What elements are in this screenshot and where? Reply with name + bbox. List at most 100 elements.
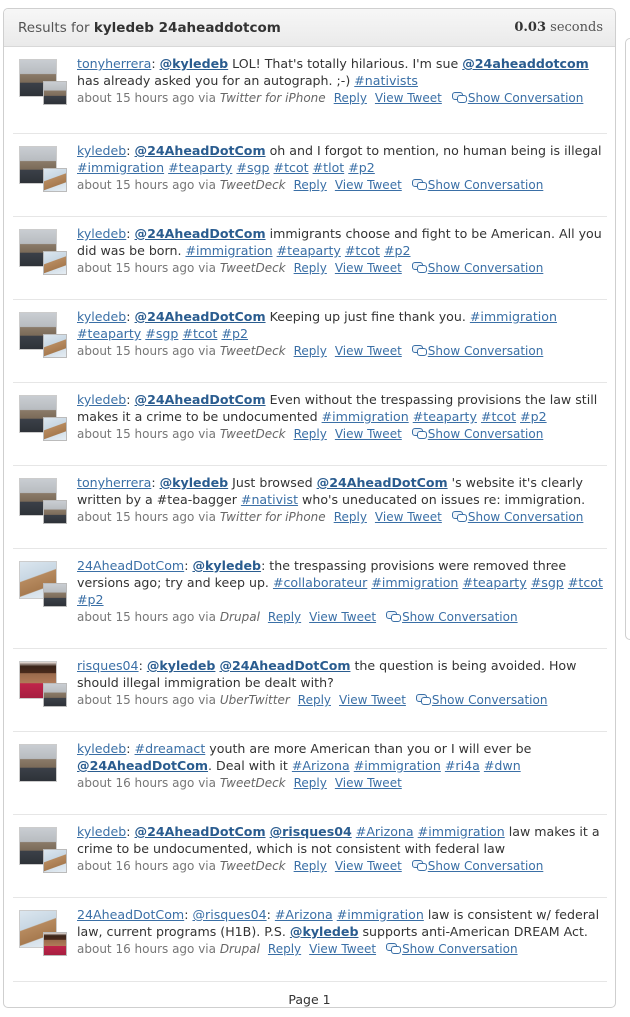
mention-link[interactable]: @kyledeb bbox=[290, 924, 359, 939]
hashtag-link[interactable]: #sgp bbox=[145, 326, 178, 341]
reply-avatar[interactable] bbox=[43, 849, 67, 873]
reply-avatar[interactable] bbox=[43, 417, 67, 441]
reply-link[interactable]: Reply bbox=[294, 261, 327, 275]
hashtag-link[interactable]: #p2 bbox=[520, 409, 547, 424]
view-tweet-link[interactable]: View Tweet bbox=[335, 178, 402, 192]
hashtag-link[interactable]: #immigration bbox=[371, 575, 458, 590]
show-conversation-link[interactable]: Show Conversation bbox=[428, 344, 544, 358]
reply-avatar[interactable] bbox=[43, 500, 67, 524]
conversation-icon[interactable] bbox=[411, 428, 427, 439]
mention-link[interactable]: @24AheadDotCom bbox=[219, 658, 350, 673]
reply-link[interactable]: Reply bbox=[294, 427, 327, 441]
username-link[interactable]: kyledeb bbox=[77, 309, 126, 324]
reply-avatar[interactable] bbox=[43, 583, 67, 607]
username-link[interactable]: @risques04 bbox=[192, 907, 266, 922]
hashtag-link[interactable]: #teaparty bbox=[77, 326, 141, 341]
mention-link[interactable]: @24AheadDotCom bbox=[135, 143, 266, 158]
view-tweet-link[interactable]: View Tweet bbox=[339, 693, 406, 707]
username-link[interactable]: kyledeb bbox=[77, 392, 126, 407]
hashtag-link[interactable]: #immigration bbox=[77, 160, 164, 175]
show-conversation-link[interactable]: Show Conversation bbox=[402, 610, 518, 624]
view-tweet-link[interactable]: View Tweet bbox=[335, 859, 402, 873]
username-link[interactable]: kyledeb bbox=[77, 741, 126, 756]
hashtag-link[interactable]: #immigration bbox=[337, 907, 424, 922]
hashtag-link[interactable]: #immigration bbox=[354, 758, 441, 773]
show-conversation-link[interactable]: Show Conversation bbox=[468, 510, 584, 524]
reply-avatar[interactable] bbox=[43, 251, 67, 275]
show-conversation-link[interactable]: Show Conversation bbox=[428, 427, 544, 441]
hashtag-link[interactable]: #immigration bbox=[470, 309, 557, 324]
show-conversation-link[interactable]: Show Conversation bbox=[428, 261, 544, 275]
hashtag-link[interactable]: #Arizona bbox=[275, 907, 333, 922]
hashtag-link[interactable]: #teaparty bbox=[413, 409, 477, 424]
hashtag-link[interactable]: #tcot bbox=[274, 160, 309, 175]
reply-avatar[interactable] bbox=[43, 932, 67, 956]
show-conversation-link[interactable]: Show Conversation bbox=[468, 91, 584, 105]
reply-avatar[interactable] bbox=[43, 168, 67, 192]
username-link[interactable]: risques04 bbox=[77, 658, 139, 673]
hashtag-link[interactable]: #Arizona bbox=[356, 824, 414, 839]
hashtag-link[interactable]: #immigration bbox=[322, 409, 409, 424]
hashtag-link[interactable]: #Arizona bbox=[292, 758, 350, 773]
username-link[interactable]: tonyherrera bbox=[77, 475, 151, 490]
username-link[interactable]: kyledeb bbox=[77, 824, 126, 839]
mention-link[interactable]: @24AheadDotCom bbox=[77, 758, 208, 773]
hashtag-link[interactable]: #nativists bbox=[354, 73, 418, 88]
mention-link[interactable]: @24aheaddotcom bbox=[462, 56, 589, 71]
show-conversation-link[interactable]: Show Conversation bbox=[432, 693, 548, 707]
reply-link[interactable]: Reply bbox=[294, 776, 327, 790]
conversation-icon[interactable] bbox=[411, 860, 427, 871]
mention-link[interactable]: @kyledeb bbox=[147, 658, 216, 673]
avatar[interactable] bbox=[19, 744, 57, 782]
conversation-icon[interactable] bbox=[386, 611, 402, 622]
view-tweet-link[interactable]: View Tweet bbox=[309, 610, 376, 624]
reply-link[interactable]: Reply bbox=[294, 178, 327, 192]
hashtag-link[interactable]: #collaborateur bbox=[273, 575, 367, 590]
view-tweet-link[interactable]: View Tweet bbox=[335, 344, 402, 358]
show-conversation-link[interactable]: Show Conversation bbox=[428, 859, 544, 873]
hashtag-link[interactable]: #ri4a bbox=[445, 758, 480, 773]
mention-link[interactable]: @kyledeb bbox=[160, 56, 229, 71]
reply-link[interactable]: Reply bbox=[268, 942, 301, 956]
conversation-icon[interactable] bbox=[451, 92, 467, 103]
conversation-icon[interactable] bbox=[415, 694, 431, 705]
reply-link[interactable]: Reply bbox=[294, 859, 327, 873]
mention-link[interactable]: @24AheadDotCom bbox=[135, 226, 266, 241]
hashtag-link[interactable]: #dreamact bbox=[135, 741, 206, 756]
mention-link[interactable]: @24AheadDotCom bbox=[135, 824, 266, 839]
hashtag-link[interactable]: #p2 bbox=[221, 326, 248, 341]
mention-link[interactable]: @24AheadDotCom bbox=[135, 309, 266, 324]
view-tweet-link[interactable]: View Tweet bbox=[309, 942, 376, 956]
mention-link[interactable]: @risques04 bbox=[270, 824, 352, 839]
hashtag-link[interactable]: #tcot bbox=[481, 409, 516, 424]
conversation-icon[interactable] bbox=[411, 179, 427, 190]
hashtag-link[interactable]: #p2 bbox=[348, 160, 375, 175]
hashtag-link[interactable]: #tcot bbox=[182, 326, 217, 341]
hashtag-link[interactable]: #sgp bbox=[236, 160, 269, 175]
reply-link[interactable]: Reply bbox=[334, 91, 367, 105]
reply-link[interactable]: Reply bbox=[298, 693, 331, 707]
mention-link[interactable]: @kyledeb bbox=[160, 475, 229, 490]
conversation-icon[interactable] bbox=[451, 511, 467, 522]
reply-link[interactable]: Reply bbox=[294, 344, 327, 358]
mention-link[interactable]: @kyledeb bbox=[192, 558, 261, 573]
conversation-icon[interactable] bbox=[386, 943, 402, 954]
hashtag-link[interactable]: #p2 bbox=[77, 592, 104, 607]
reply-link[interactable]: Reply bbox=[268, 610, 301, 624]
view-tweet-link[interactable]: View Tweet bbox=[335, 427, 402, 441]
username-link[interactable]: tonyherrera bbox=[77, 56, 151, 71]
reply-avatar[interactable] bbox=[43, 334, 67, 358]
hashtag-link[interactable]: #nativist bbox=[241, 492, 298, 507]
view-tweet-link[interactable]: View Tweet bbox=[335, 261, 402, 275]
hashtag-link[interactable]: #tcot bbox=[568, 575, 603, 590]
conversation-icon[interactable] bbox=[411, 262, 427, 273]
username-link[interactable]: 24AheadDotCom bbox=[77, 558, 184, 573]
hashtag-link[interactable]: #teaparty bbox=[462, 575, 526, 590]
view-tweet-link[interactable]: View Tweet bbox=[375, 510, 442, 524]
view-tweet-link[interactable]: View Tweet bbox=[375, 91, 442, 105]
username-link[interactable]: kyledeb bbox=[77, 226, 126, 241]
reply-avatar[interactable] bbox=[43, 683, 67, 707]
show-conversation-link[interactable]: Show Conversation bbox=[428, 178, 544, 192]
reply-avatar[interactable] bbox=[43, 81, 67, 105]
hashtag-link[interactable]: #dwn bbox=[484, 758, 521, 773]
